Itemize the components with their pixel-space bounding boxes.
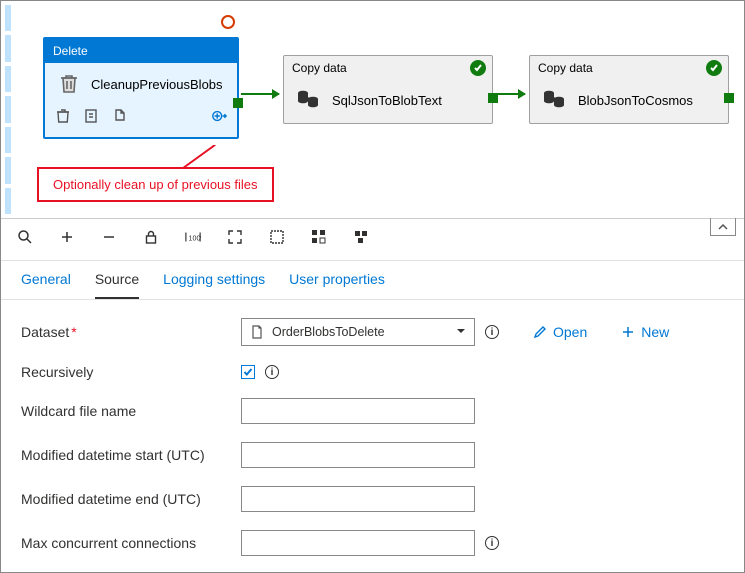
dataset-value: OrderBlobsToDelete — [272, 325, 385, 339]
activity-copy2-name: BlobJsonToCosmos — [578, 93, 693, 108]
mod-start-label: Modified datetime start (UTC) — [21, 447, 231, 463]
layout-icon[interactable] — [353, 229, 369, 250]
pencil-icon — [533, 325, 547, 339]
activity-copy-1[interactable]: Copy data SqlJsonToBlobText — [283, 55, 493, 124]
collapse-panel-button[interactable] — [710, 218, 736, 236]
connector-arrow — [495, 93, 525, 95]
info-icon[interactable]: i — [265, 365, 279, 379]
tab-source[interactable]: Source — [95, 271, 139, 299]
fit-screen-icon[interactable] — [227, 229, 243, 250]
database-icon — [296, 88, 322, 113]
mod-start-input[interactable] — [241, 442, 475, 468]
recursively-label: Recursively — [21, 364, 231, 380]
check-icon — [706, 60, 722, 76]
activity-copy2-header: Copy data — [530, 56, 728, 80]
activity-delete-header: Delete — [45, 39, 237, 63]
check-icon — [470, 60, 486, 76]
output-port[interactable] — [724, 93, 734, 103]
recursively-checkbox[interactable] — [241, 365, 255, 379]
ruler — [5, 5, 11, 214]
mod-end-label: Modified datetime end (UTC) — [21, 491, 231, 507]
zoom-100-icon[interactable]: 100% — [185, 229, 201, 250]
pipeline-canvas[interactable]: Delete CleanupPreviousBlobs Copy data Sq… — [1, 1, 744, 219]
tab-user-properties[interactable]: User properties — [289, 271, 385, 299]
tab-logging-settings[interactable]: Logging settings — [163, 271, 265, 299]
clipboard-action-icon[interactable] — [83, 108, 99, 129]
source-form: Dataset* OrderBlobsToDelete i Open New R… — [1, 300, 744, 556]
breakpoint-indicator[interactable] — [221, 15, 235, 29]
delete-action-icon[interactable] — [55, 108, 71, 129]
align-icon[interactable] — [311, 229, 327, 250]
caret-down-icon — [456, 325, 466, 339]
max-conn-input[interactable] — [241, 530, 475, 556]
mod-end-input[interactable] — [241, 486, 475, 512]
document-icon — [250, 325, 264, 339]
activity-delete[interactable]: Delete CleanupPreviousBlobs — [43, 37, 239, 139]
add-output-icon[interactable] — [211, 108, 227, 129]
zoom-in-icon[interactable] — [59, 229, 75, 250]
fullscreen-icon[interactable] — [269, 229, 285, 250]
wildcard-input[interactable] — [241, 398, 475, 424]
activity-copy1-name: SqlJsonToBlobText — [332, 93, 442, 108]
zoom-out-icon[interactable] — [101, 229, 117, 250]
info-icon[interactable]: i — [485, 325, 499, 339]
database-icon — [542, 88, 568, 113]
max-conn-label: Max concurrent connections — [21, 535, 231, 551]
dataset-label: Dataset* — [21, 324, 231, 340]
plus-icon — [621, 325, 635, 339]
new-dataset-link[interactable]: New — [621, 324, 669, 340]
search-icon[interactable] — [17, 229, 33, 250]
activity-copy-2[interactable]: Copy data BlobJsonToCosmos — [529, 55, 729, 124]
lock-icon[interactable] — [143, 229, 159, 250]
svg-text:100%: 100% — [189, 235, 201, 243]
activity-copy1-header: Copy data — [284, 56, 492, 80]
properties-tabs: General Source Logging settings User pro… — [1, 261, 744, 300]
output-port[interactable] — [233, 98, 243, 108]
dataset-dropdown[interactable]: OrderBlobsToDelete — [241, 318, 475, 346]
open-dataset-link[interactable]: Open — [533, 324, 587, 340]
copy-action-icon[interactable] — [111, 108, 127, 129]
tab-general[interactable]: General — [21, 271, 71, 299]
trash-icon — [57, 71, 81, 98]
info-icon[interactable]: i — [485, 536, 499, 550]
connector-arrow — [241, 93, 279, 95]
activity-delete-name: CleanupPreviousBlobs — [91, 77, 223, 92]
annotation-callout: Optionally clean up of previous files — [37, 167, 274, 202]
canvas-toolbar: 100% — [1, 219, 744, 261]
wildcard-label: Wildcard file name — [21, 403, 231, 419]
